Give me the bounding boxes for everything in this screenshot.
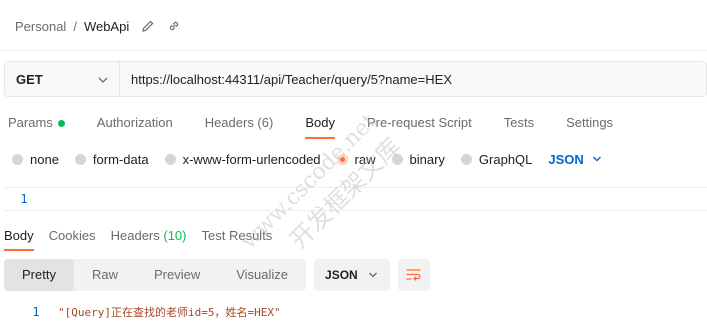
url-input[interactable]: https://localhost:44311/api/Teacher/quer… [120, 62, 706, 96]
line-number: 1 [20, 192, 28, 206]
response-toolbar: Pretty Raw Preview Visualize JSON [4, 259, 431, 291]
response-tab-test-results[interactable]: Test Results [202, 229, 273, 251]
radio-icon [460, 153, 472, 165]
radio-none[interactable]: none [12, 152, 59, 167]
response-format-select[interactable]: JSON [314, 259, 391, 291]
response-tab-body[interactable]: Body [4, 229, 34, 251]
tab-headers[interactable]: Headers (6) [205, 113, 274, 139]
response-text: "[Query]正在查找的老师id=5，姓名=HEX" [58, 306, 281, 319]
radio-graphql[interactable]: GraphQL [460, 152, 532, 167]
chevron-down-icon [592, 156, 601, 162]
view-preview-button[interactable]: Preview [136, 259, 218, 291]
tab-tests[interactable]: Tests [504, 113, 534, 139]
breadcrumb-current: WebApi [83, 18, 130, 34]
response-view-switcher: Pretty Raw Preview Visualize [4, 259, 307, 291]
tab-body[interactable]: Body [305, 113, 335, 139]
chevron-down-icon [368, 272, 377, 278]
tab-settings[interactable]: Settings [566, 113, 613, 139]
view-visualize-button[interactable]: Visualize [218, 259, 306, 291]
radio-raw[interactable]: raw [336, 152, 376, 167]
request-bar: GET https://localhost:44311/api/Teacher/… [4, 61, 707, 97]
tab-pre-request-script[interactable]: Pre-request Script [367, 113, 472, 139]
response-tabs: Body Cookies Headers (10) Test Results [4, 229, 287, 251]
request-tabs: Params Authorization Headers (6) Body Pr… [8, 113, 645, 139]
radio-selected-icon [336, 153, 348, 165]
header-divider [0, 50, 707, 51]
radio-icon [164, 153, 176, 165]
radio-x-www-form-urlencoded[interactable]: x-www-form-urlencoded [164, 152, 321, 167]
link-icon[interactable] [167, 19, 181, 33]
method-select[interactable]: GET [5, 62, 120, 96]
breadcrumb-parent[interactable]: Personal [15, 19, 66, 34]
breadcrumb: Personal / WebApi [15, 16, 181, 36]
body-format-select[interactable]: JSON [548, 152, 601, 167]
radio-icon [12, 153, 23, 165]
headers-count: (10) [163, 228, 187, 243]
tab-params[interactable]: Params [8, 113, 65, 139]
radio-icon [391, 153, 403, 165]
response-tab-cookies[interactable]: Cookies [49, 229, 96, 251]
view-raw-button[interactable]: Raw [74, 259, 136, 291]
method-label: GET [16, 71, 43, 87]
edit-icon[interactable] [141, 19, 155, 33]
params-indicator-dot [57, 120, 65, 128]
wrap-lines-icon [406, 269, 421, 281]
wrap-lines-button[interactable] [398, 259, 431, 291]
radio-icon [74, 153, 86, 165]
radio-binary[interactable]: binary [391, 152, 445, 167]
body-type-options: none form-data x-www-form-urlencoded raw… [12, 150, 602, 168]
request-body-editor[interactable]: 1 [4, 187, 707, 211]
chevron-down-icon [98, 77, 108, 83]
view-pretty-button[interactable]: Pretty [4, 259, 74, 291]
response-tab-headers[interactable]: Headers (10) [111, 229, 187, 251]
radio-form-data[interactable]: form-data [74, 152, 149, 167]
breadcrumb-separator: / [73, 18, 77, 34]
tab-authorization[interactable]: Authorization [97, 113, 173, 139]
response-body: 1 "[Query]正在查找的老师id=5，姓名=HEX" [4, 303, 281, 321]
